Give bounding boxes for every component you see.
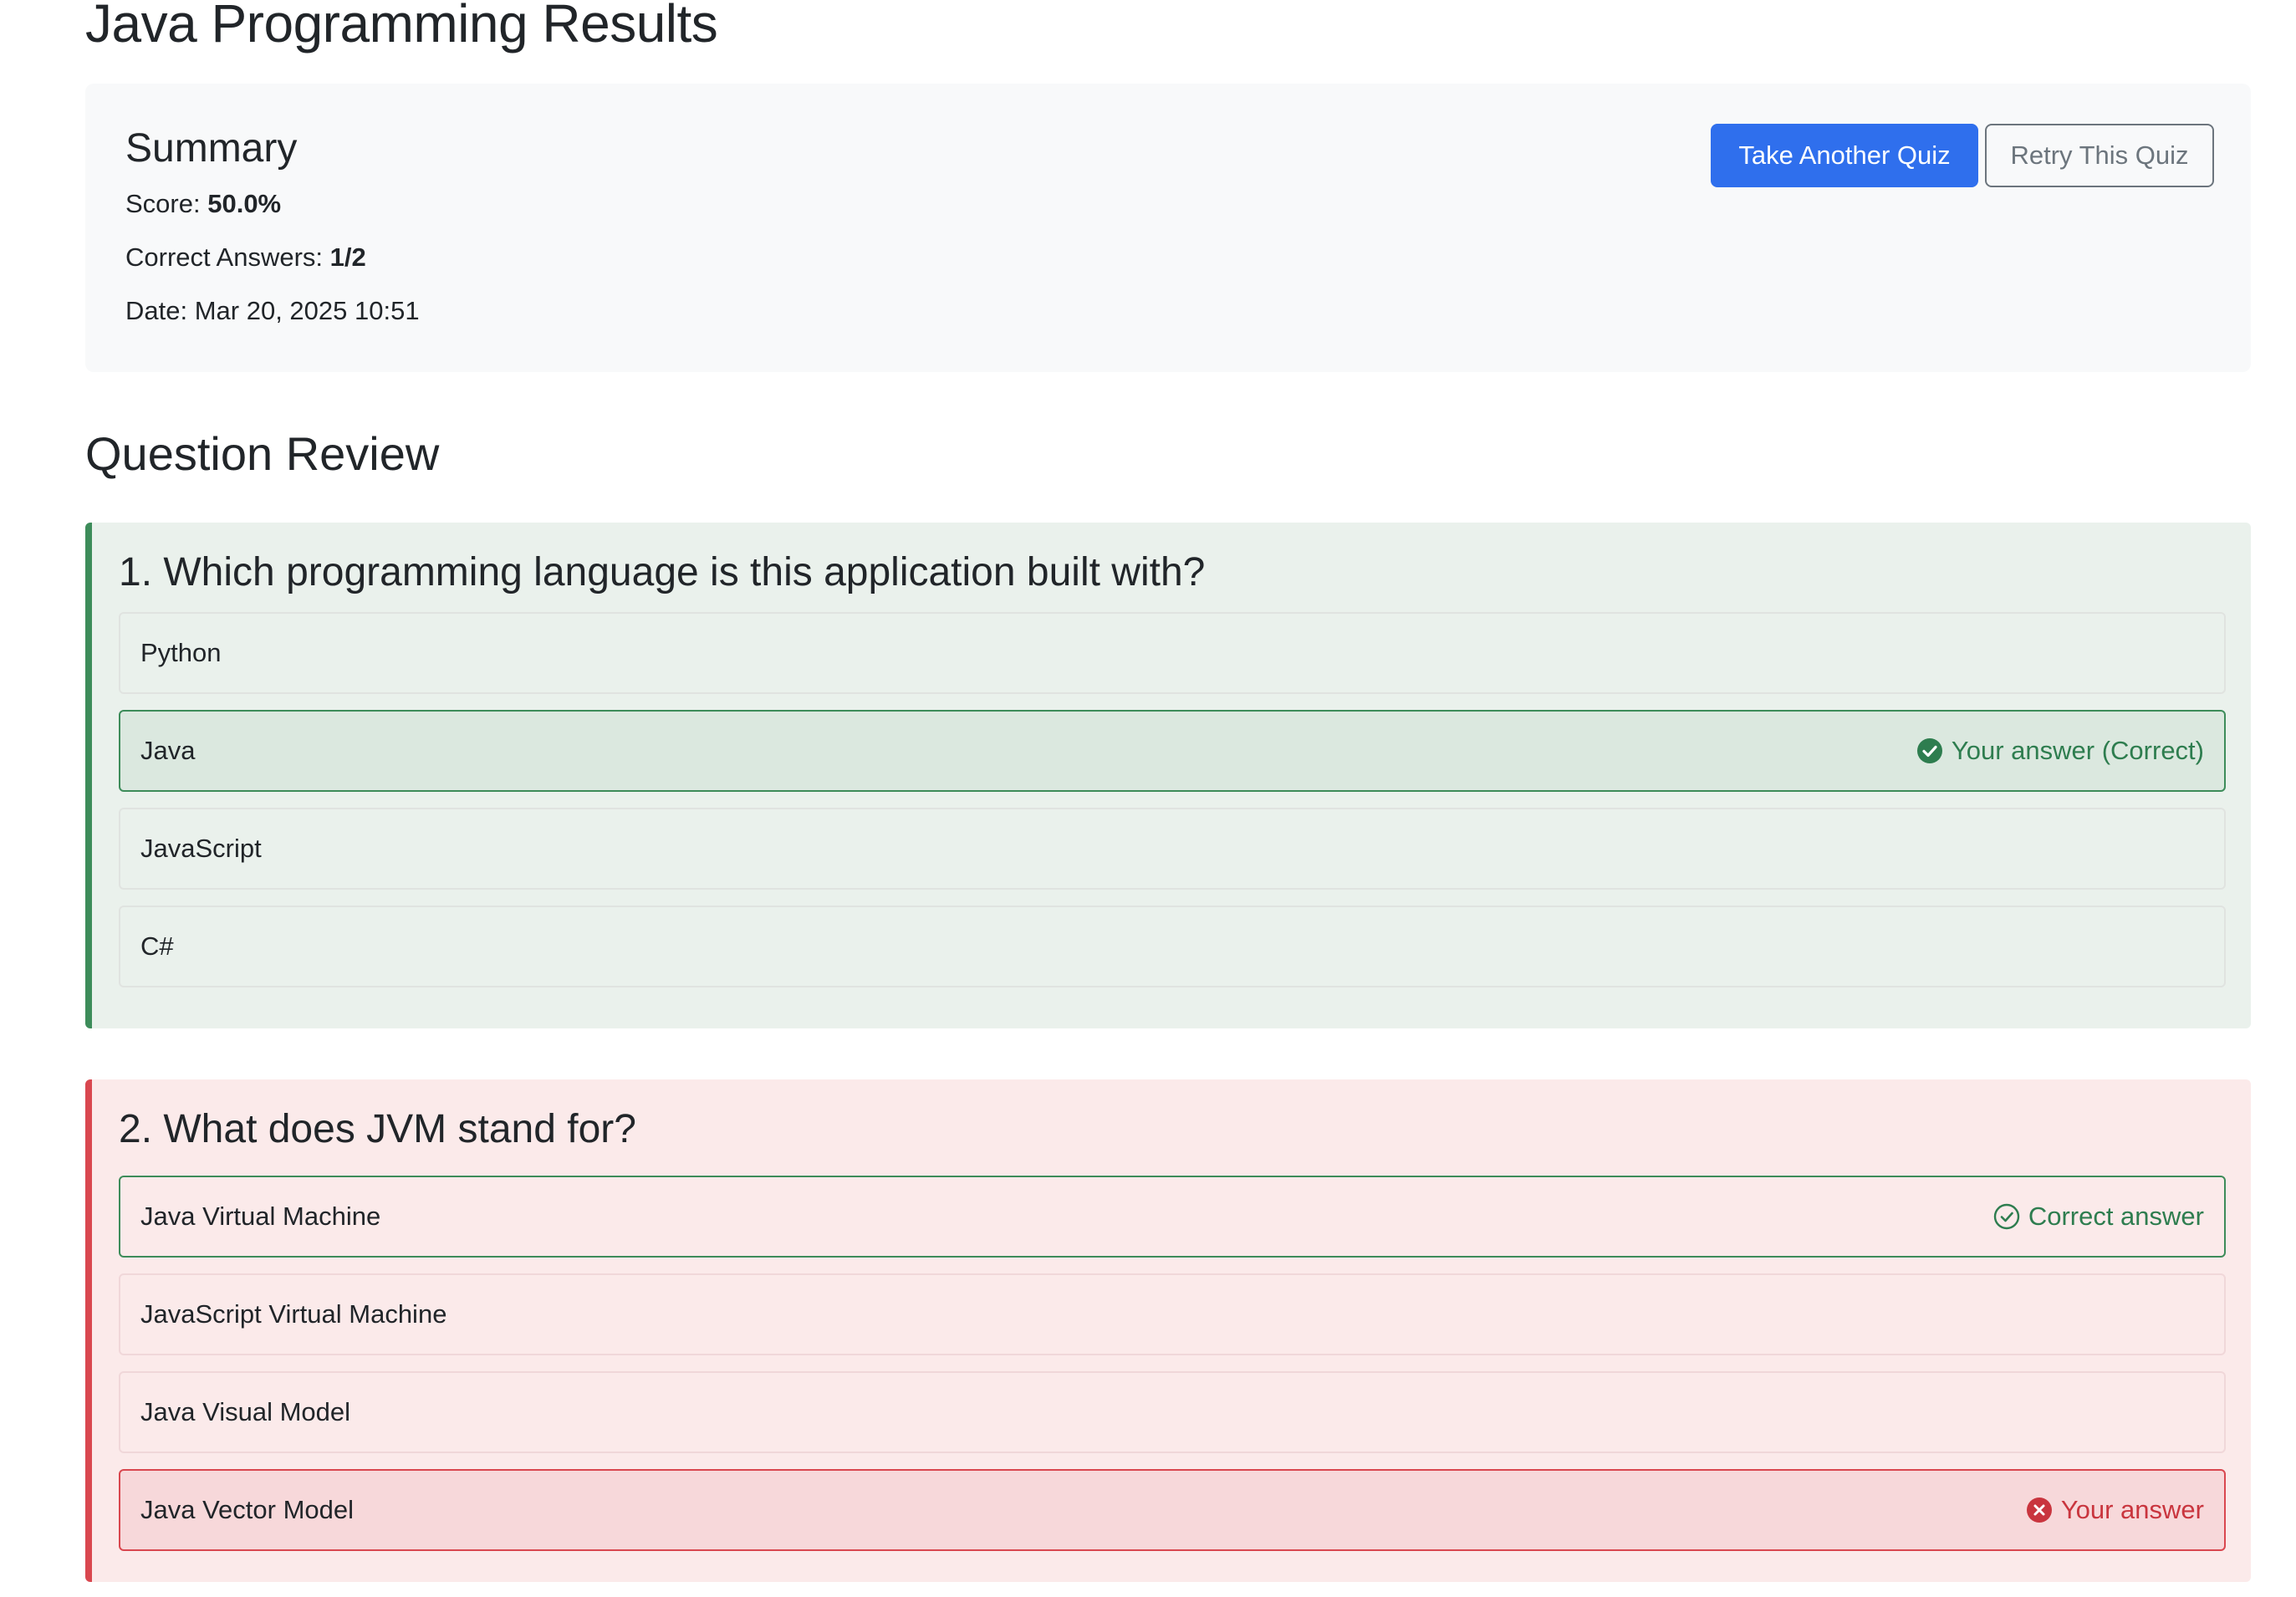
correct-answers-line: Correct Answers: 1/2: [125, 241, 366, 274]
score-line: Score: 50.0%: [125, 187, 281, 221]
answer-option: JavaScript Virtual Machine: [119, 1273, 2226, 1355]
option-label: Python: [140, 638, 222, 667]
option-label: JavaScript Virtual Machine: [140, 1299, 447, 1329]
question-review-heading: Question Review: [85, 427, 440, 480]
status-text: Your answer: [2060, 1495, 2204, 1524]
check-circle-outline-icon: [1993, 1203, 2020, 1230]
question-text: 2. What does JVM stand for?: [119, 1107, 636, 1151]
option-label: Java Visual Model: [140, 1397, 351, 1426]
answer-option: Python: [119, 612, 2226, 694]
option-status: Correct answer: [1993, 1177, 2204, 1256]
option-label: Java: [140, 736, 196, 765]
answer-option-correct: Java Virtual Machine Correct answer: [119, 1176, 2226, 1258]
answer-option-selected-correct: Java Your answer (Correct): [119, 710, 2226, 792]
question-text: 1. Which programming language is this ap…: [119, 550, 1206, 594]
summary-card: Summary Score: 50.0% Correct Answers: 1/…: [85, 84, 2251, 372]
date-label: Date:: [125, 296, 195, 325]
answer-option-selected-wrong: Java Vector Model Your answer: [119, 1469, 2226, 1551]
option-label: C#: [140, 931, 174, 961]
date-line: Date: Mar 20, 2025 10:51: [125, 294, 420, 328]
answer-option: C#: [119, 906, 2226, 987]
check-circle-filled-icon: [1916, 737, 1943, 764]
question-card-correct: 1. Which programming language is this ap…: [85, 523, 2251, 1028]
answer-option: JavaScript: [119, 808, 2226, 890]
score-label: Score:: [125, 189, 208, 218]
option-status: Your answer: [2026, 1471, 2204, 1549]
option-label: Java Vector Model: [140, 1495, 355, 1524]
retry-quiz-button[interactable]: Retry This Quiz: [1985, 124, 2214, 187]
page-title: Java Programming Results: [85, 0, 718, 54]
status-text: Correct answer: [2028, 1202, 2204, 1231]
date-value: Mar 20, 2025 10:51: [194, 296, 420, 325]
summary-heading: Summary: [125, 126, 298, 171]
correct-answers-label: Correct Answers:: [125, 242, 330, 272]
take-another-quiz-button[interactable]: Take Another Quiz: [1711, 124, 1978, 187]
status-text: Your answer (Correct): [1951, 736, 2204, 765]
question-card-incorrect: 2. What does JVM stand for? Java Virtual…: [85, 1079, 2251, 1582]
option-status: Your answer (Correct): [1916, 712, 2204, 790]
option-label: JavaScript: [140, 834, 262, 863]
option-label: Java Virtual Machine: [140, 1202, 381, 1231]
x-circle-filled-icon: [2026, 1497, 2053, 1523]
answer-option: Java Visual Model: [119, 1371, 2226, 1453]
score-value: 50.0%: [207, 189, 282, 218]
correct-answers-value: 1/2: [329, 242, 366, 272]
